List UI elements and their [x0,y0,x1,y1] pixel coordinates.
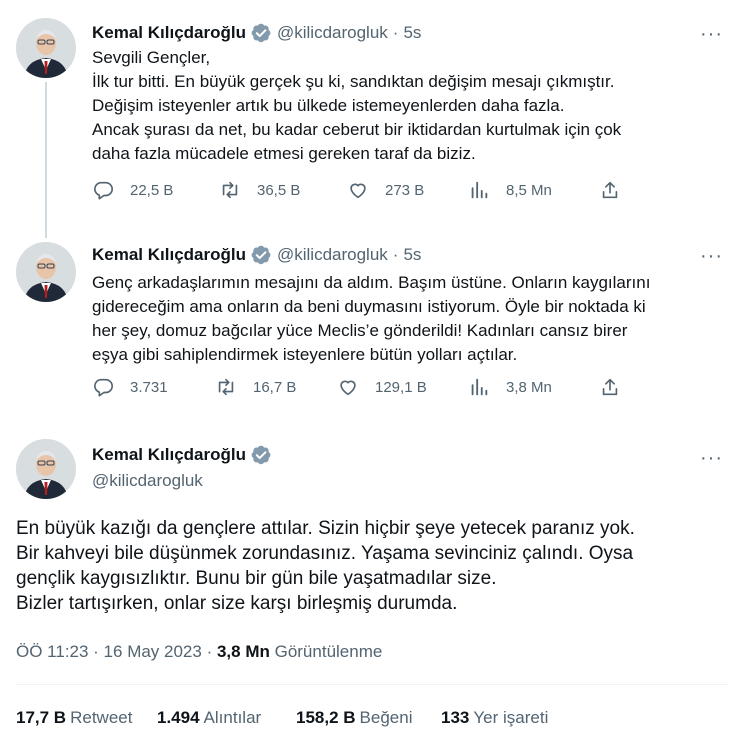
views-button[interactable]: 8,5 Mn [468,179,552,201]
tweet-time[interactable]: 5s [403,23,421,43]
tweet-line: gidereceğim ama onların da beni duymasın… [92,297,646,316]
reply-button[interactable]: 22,5 B [92,179,173,201]
main-tweet-text: En büyük kazığı da gençlere attılar. Siz… [16,516,731,616]
tweet-meta: ÖÖ 11:23 · 16 May 2023 · 3,8 Mn Görüntül… [16,642,382,662]
quotes-count: 1.494 [157,708,200,727]
tweet-text: Genç arkadaşlarımın mesajını da aldım. B… [92,271,722,367]
avatar[interactable] [16,18,76,78]
retweet-button[interactable]: 16,7 B [215,376,296,398]
tweet-time[interactable]: 5s [403,245,421,265]
reply-count: 22,5 B [130,181,174,199]
retweets-stat[interactable]: 17,7 B Retweet [16,708,132,728]
avatar[interactable] [16,242,76,302]
separator-dot: · [392,23,399,42]
author-handle[interactable]: @kilicdarogluk [277,23,388,43]
share-button[interactable] [599,376,637,398]
share-icon [602,181,618,199]
like-count: 129,1 B [375,378,427,396]
likes-count: 158,2 B [296,708,356,727]
author-name[interactable]: Kemal Kılıçdaroğlu [92,23,246,43]
tweet-line: İlk tur bitti. En büyük gerçek şu ki, sa… [92,72,615,91]
thread-tweet-1[interactable]: Kemal Kılıçdaroğlu @kilicdarogluk · 5s ·… [0,0,745,238]
retweets-label: Retweet [70,708,133,727]
tweet-line: gençlik kaygısızlıktır. Bunu bir gün bil… [16,568,497,589]
retweets-count: 17,7 B [16,708,67,727]
views-count: 3,8 Mn [506,378,552,396]
main-tweet: Kemal Kılıçdaroğlu @kilicdarogluk ··· En… [0,430,745,746]
author-name[interactable]: Kemal Kılıçdaroğlu [92,445,246,465]
like-button[interactable]: 129,1 B [337,376,427,398]
reply-icon [94,181,113,200]
tweet-line: En büyük kazığı da gençlere attılar. Siz… [16,518,635,539]
like-icon [340,380,356,396]
author-handle[interactable]: @kilicdarogluk [277,245,388,265]
likes-stat[interactable]: 158,2 B Beğeni [296,708,412,728]
tweet-line: Bir kahveyi bile düşünmek zorundasınız. … [16,543,634,564]
share-button[interactable] [599,179,637,201]
views-icon [471,378,488,396]
views-count: 3,8 Mn [216,642,270,661]
retweet-count: 36,5 B [257,181,301,199]
tweet-line: Bizler tartışırken, onlar size karşı bir… [16,593,458,614]
tweet-header: Kemal Kılıçdaroğlu @kilicdarogluk · 5s [92,22,421,44]
more-icon[interactable]: ··· [700,448,723,468]
verified-badge-icon [251,245,271,265]
author-handle[interactable]: @kilicdarogluk [92,471,277,491]
reply-button[interactable]: 3.731 [92,376,168,398]
verified-badge-icon [251,445,271,465]
retweet-button[interactable]: 36,5 B [219,179,300,201]
thread-tweet-2[interactable]: Kemal Kılıçdaroğlu @kilicdarogluk · 5s ·… [0,230,745,430]
avatar-portrait-icon [16,242,76,302]
avatar[interactable] [16,439,76,499]
tweet-timestamp[interactable]: ÖÖ 11:23 · 16 May 2023 · [16,642,217,661]
more-icon[interactable]: ··· [700,246,723,266]
tweet-line: eşya gibi sahiplendirmek isteyenlere büt… [92,345,518,364]
retweet-icon [218,378,234,396]
bookmarks-count: 133 [441,708,470,727]
like-icon [350,183,366,199]
quotes-label: Alıntılar [203,708,262,727]
retweet-icon [222,181,238,199]
tweet-text: Sevgili Gençler, İlk tur bitti. En büyük… [92,46,722,166]
author-name[interactable]: Kemal Kılıçdaroğlu [92,245,246,265]
tweet-line: Değişim isteyenler artık bu ülkede istem… [92,96,565,115]
retweet-count: 16,7 B [253,378,297,396]
like-count: 273 B [385,181,425,199]
tweet-header: Kemal Kılıçdaroğlu @kilicdarogluk · 5s [92,244,421,266]
avatar-portrait-icon [16,18,76,78]
tweet-line: Ancak şurası da net, bu kadar ceberut bi… [92,120,622,139]
views-button[interactable]: 3,8 Mn [468,376,552,398]
views-count: 8,5 Mn [506,181,552,199]
verified-badge-icon [251,23,271,43]
tweet-line: daha fazla mücadele etmesi gereken taraf… [92,144,476,163]
share-icon [602,378,618,396]
tweet-line: Genç arkadaşlarımın mesajını da aldım. B… [92,273,651,292]
separator-dot: · [392,245,399,264]
main-tweet-header: Kemal Kılıçdaroğlu @kilicdarogluk [92,444,277,491]
thread-connector-line [45,82,47,238]
tweet-line: Sevgili Gençler, [92,48,211,67]
views-icon [471,181,488,199]
bookmarks-stat[interactable]: 133 Yer işareti [441,708,548,728]
divider [16,684,729,685]
more-icon[interactable]: ··· [700,24,723,44]
quotes-stat[interactable]: 1.494 Alıntılar [157,708,261,728]
views-label: Görüntülenme [269,642,383,661]
reply-count: 3.731 [130,378,168,396]
avatar-portrait-icon [16,439,76,499]
likes-label: Beğeni [359,708,413,727]
like-button[interactable]: 273 B [347,179,424,201]
reply-icon [94,378,113,397]
tweet-line: her şey, domuz bağcılar yüce Meclis’e gö… [92,321,628,340]
bookmarks-label: Yer işareti [473,708,549,727]
